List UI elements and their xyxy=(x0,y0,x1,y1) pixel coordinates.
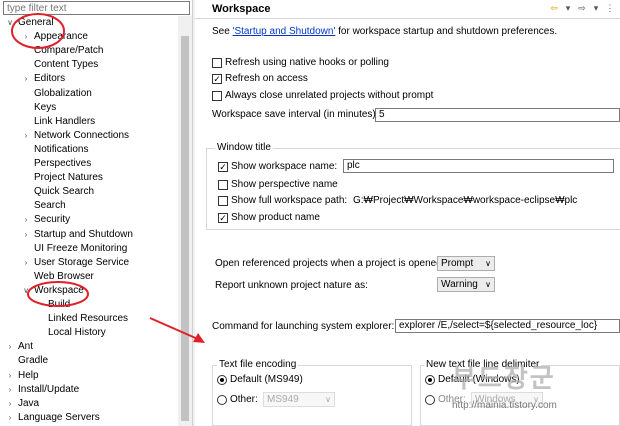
workspace-highlight-ellipse xyxy=(27,281,89,307)
watermark-logo: 부드장군 xyxy=(452,363,556,393)
annotation-arrow-line xyxy=(149,317,201,341)
general-highlight-ellipse xyxy=(11,13,65,49)
watermark-url: http://mainia.tistory.com xyxy=(452,400,557,411)
